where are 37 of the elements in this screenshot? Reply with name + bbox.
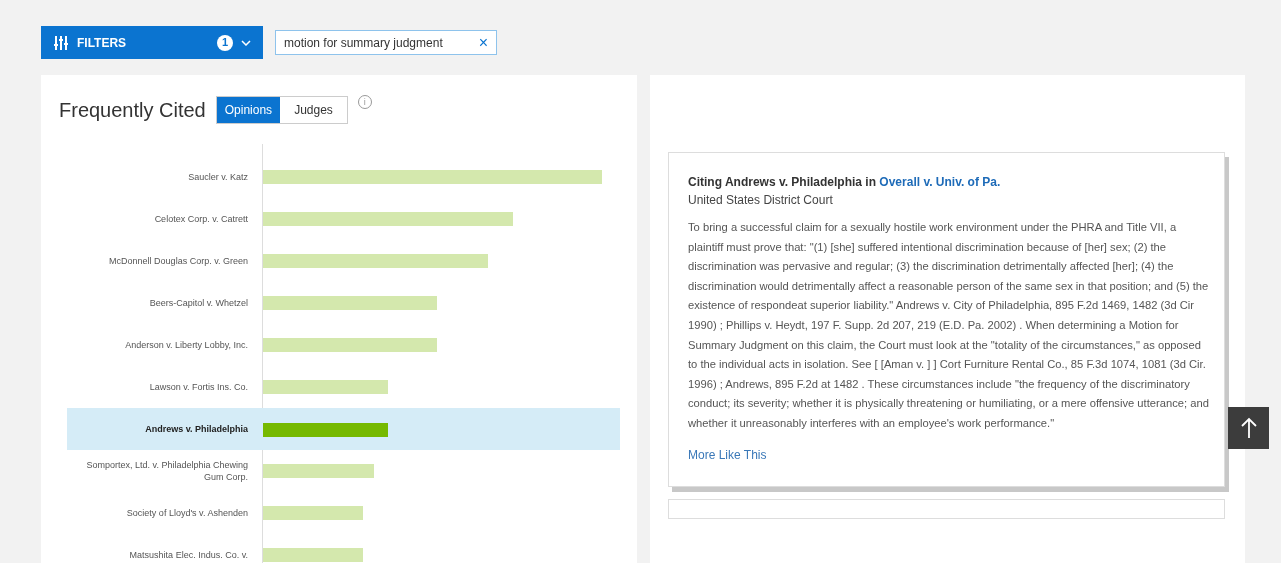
citation-bar[interactable] [263,296,437,310]
case-link[interactable]: Overall v. Univ. of Pa. [879,175,1001,189]
citation-bar[interactable] [263,338,437,352]
citation-bar[interactable] [263,212,513,226]
up-arrow-icon [1240,417,1257,439]
sliders-icon [53,35,69,50]
more-like-this-link[interactable]: More Like This [688,445,767,464]
citation-bar[interactable] [263,506,363,520]
tab[interactable]: Opinions [216,97,281,123]
selected-row-highlight[interactable]: Andrews v. Philadelphia [67,408,620,450]
citation-excerpt: To bring a successful claim for a sexually hostile work environment under the PHRA and Title VII, a plaintiff must prove that: "(1) [she] suffered intentional discrimination because of [her] sex; (2) the discrimination was pervasive and regular; (3) the discrimination detrimentally affected [her]; (4) the discrimination would detrimentally affect a reasonable person of the same sex in that position; and (5) the existence of respondeat superior liability." Andrews v. City of Philadelphia, 895 F.2d 1469, 1482 (3d Cir 1990) ; Phillips v. Heydt, 197 F. Supp. 2d 207, 219 (E.D. Pa. 2002) . When determining a Motion for Summary Judgment on this claim, the Court must look at the "totality of the circumstances," as opposed to the individual acts in isolation. See [ [Aman v. ] ] Cort Furniture Rental Co., 85 F.3d 1074, 1081 (3d Cir. 1996) ; Andrews, 895 F.2d at 1482 . These circumstances include "the frequency of the discriminatory conduct; its severity; whether it is physically threatening or humiliating, or a mere offensive utterance; and whether it unreasonably interferes with an employee's work performance." [688,220,1210,431]
citation-bar[interactable] [263,423,388,437]
citation-title: Citing Andrews v. Philadelphia in Overall v. Univ. of Pa. [688,174,1002,191]
citation-bar[interactable] [263,254,488,268]
case-name[interactable]: Somportex, Ltd. v. Philadelphia Chewing Gum Corp. [67,459,248,483]
search-term: motion for summary judgment [284,34,444,52]
case-name[interactable]: Andrews v. Philadelphia [67,423,248,435]
case-name[interactable]: Lawson v. Fortis Ins. Co. [67,381,248,393]
court-name: United States District Court [688,192,834,209]
scroll-to-top-button[interactable] [1228,407,1269,449]
case-name[interactable]: Anderson v. Liberty Lobby, Inc. [67,339,248,351]
citation-bar[interactable] [263,380,388,394]
case-name[interactable]: Saucler v. Katz [67,171,248,183]
citation-bar[interactable] [263,548,363,562]
chevron-down-icon [241,39,251,46]
case-name[interactable]: Beers-Capitol v. Whetzel [67,297,248,309]
filters-button[interactable]: FILTERS 1 [41,26,263,59]
case-name[interactable]: Celotex Corp. v. Catrett [67,213,248,225]
citation-bar[interactable] [263,170,602,184]
count-badge: 1 [217,34,233,51]
citation-bar[interactable] [263,464,374,478]
case-name[interactable]: McDonnell Douglas Corp. v. Green [67,255,248,267]
panel-title: Frequently Cited [59,98,206,123]
remove-button[interactable]: × [478,34,488,51]
filters-label: FILTERS [77,34,128,52]
case-name[interactable]: Matsushita Elec. Indus. Co. v. [67,549,248,561]
case-name[interactable]: Society of Lloyd's v. Ashenden [67,507,248,519]
